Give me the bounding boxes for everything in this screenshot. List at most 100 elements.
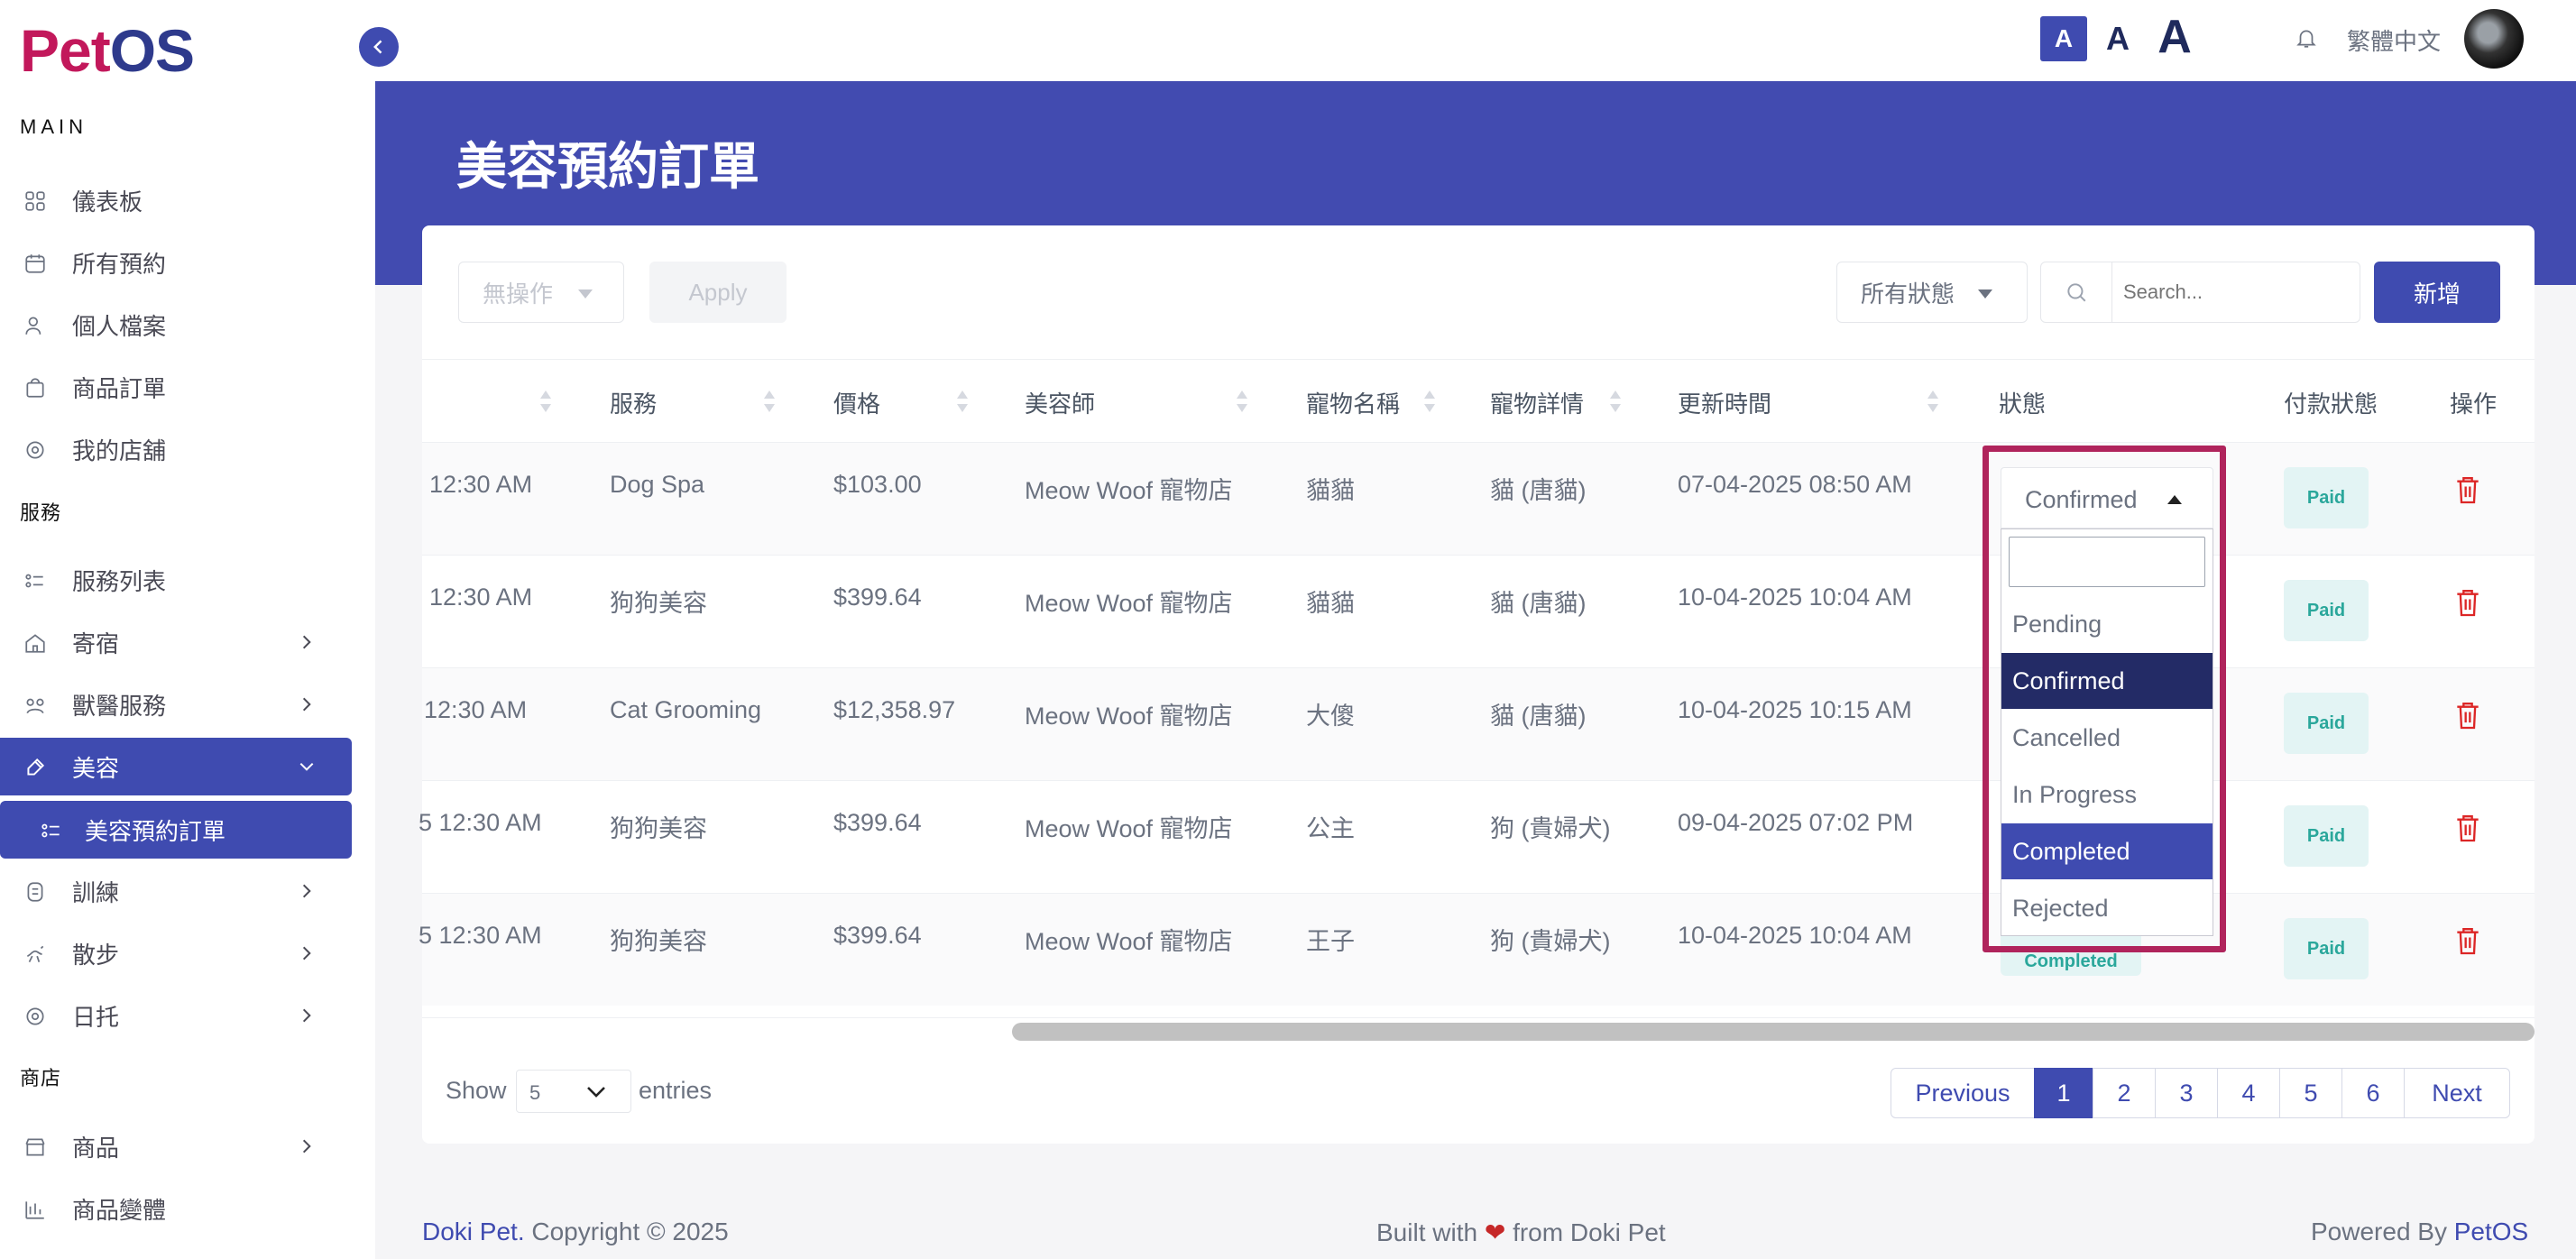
- sidebar-item-grooming-orders[interactable]: 美容預約訂單: [0, 801, 352, 859]
- sort-icon[interactable]: [956, 389, 969, 414]
- status-search-input[interactable]: [2009, 537, 2205, 587]
- status-option-pending[interactable]: Pending: [2001, 596, 2213, 652]
- bell-icon[interactable]: [2295, 25, 2318, 51]
- status-option-completed[interactable]: Completed: [2001, 823, 2213, 879]
- font-size-large-button[interactable]: A: [2152, 9, 2197, 65]
- sort-icon[interactable]: [1236, 389, 1248, 414]
- status-select[interactable]: Confirmed: [2001, 467, 2213, 528]
- column-header-pet-details[interactable]: 寵物詳情: [1490, 386, 1584, 419]
- payment-status-badge: Paid: [2284, 805, 2369, 867]
- sidebar-item-label: 商品變體: [72, 1196, 167, 1224]
- language-selector[interactable]: 繁體中文: [2347, 23, 2441, 57]
- status-filter-label: 所有狀態: [1861, 280, 1955, 308]
- font-size-medium-button[interactable]: A: [2100, 16, 2136, 61]
- sidebar: PetOS MAIN 儀表板 所有預約 個人檔案 商品訂單 我的店舖 服務 服務…: [0, 0, 375, 1259]
- sort-icon[interactable]: [763, 389, 776, 414]
- calendar-icon: [25, 254, 45, 273]
- collapse-sidebar-button[interactable]: [359, 27, 399, 67]
- sidebar-item-service-list[interactable]: 服務列表: [0, 551, 352, 609]
- chevron-right-icon: [302, 884, 311, 898]
- add-new-button[interactable]: 新增: [2374, 262, 2500, 323]
- cell-pet-details: 貓 (唐貓): [1490, 590, 1587, 617]
- trash-icon[interactable]: [2455, 813, 2480, 843]
- sidebar-item-products[interactable]: 商品: [0, 1117, 352, 1175]
- trash-icon[interactable]: [2455, 925, 2480, 956]
- font-size-small-button[interactable]: A: [2040, 16, 2087, 61]
- avatar[interactable]: [2464, 9, 2524, 69]
- search-input[interactable]: [2111, 262, 2360, 323]
- payment-status-badge: Paid: [2284, 918, 2369, 979]
- sidebar-item-profile[interactable]: 個人檔案: [0, 296, 352, 354]
- pagination-page-2[interactable]: 2: [2093, 1068, 2156, 1118]
- sidebar-item-my-store[interactable]: 我的店舖: [0, 420, 352, 478]
- cell-updated: 10-04-2025 10:15 AM: [1678, 696, 1912, 723]
- pagination-page-3[interactable]: 3: [2155, 1068, 2218, 1118]
- cell-time: 12:30 AM: [424, 696, 528, 723]
- sort-icon[interactable]: [1609, 389, 1622, 414]
- sidebar-item-product-variants[interactable]: 商品變體: [0, 1180, 352, 1237]
- pagination-page-6[interactable]: 6: [2341, 1068, 2405, 1118]
- trash-icon[interactable]: [2455, 474, 2480, 505]
- sidebar-item-label: 我的店舖: [72, 437, 167, 464]
- logo-suffix: OS: [109, 17, 195, 84]
- trash-icon[interactable]: [2455, 587, 2480, 618]
- powered-by-brand-link[interactable]: PetOS: [2454, 1218, 2528, 1245]
- status-option-rejected[interactable]: Rejected: [2001, 880, 2213, 936]
- sort-icon[interactable]: [539, 389, 552, 414]
- sidebar-item-boarding[interactable]: 寄宿: [0, 613, 352, 671]
- cell-pet-name: 王子: [1306, 928, 1355, 955]
- status-filter-select[interactable]: 所有狀態: [1836, 262, 2028, 323]
- cell-price: $12,358.97: [833, 696, 956, 723]
- status-option-in-progress[interactable]: In Progress: [2001, 767, 2213, 822]
- sidebar-item-training[interactable]: 訓練: [0, 862, 352, 920]
- sidebar-item-label: 個人檔案: [72, 312, 167, 340]
- cell-service: 狗狗美容: [610, 928, 707, 955]
- column-header-pet-name[interactable]: 寵物名稱: [1306, 386, 1400, 419]
- cell-updated: 07-04-2025 08:50 AM: [1678, 471, 1912, 498]
- pagination-next[interactable]: Next: [2404, 1068, 2510, 1118]
- sidebar-item-label: 獸醫服務: [72, 692, 167, 720]
- footer-brand-link[interactable]: Doki Pet.: [422, 1218, 525, 1245]
- training-icon: [27, 882, 43, 902]
- horizontal-scrollbar-thumb[interactable]: [1012, 1023, 2535, 1041]
- cell-time: 5 12:30 AM: [419, 809, 542, 836]
- petos-logo[interactable]: PetOS: [20, 16, 195, 85]
- sidebar-item-vet[interactable]: 獸醫服務: [0, 675, 352, 733]
- store-icon: [26, 441, 44, 459]
- top-header: [375, 0, 2576, 81]
- cell-pet-name: 大傻: [1306, 703, 1355, 730]
- apply-button[interactable]: Apply: [649, 262, 787, 323]
- column-header-groomer[interactable]: 美容師: [1025, 386, 1095, 419]
- column-header-service[interactable]: 服務: [610, 386, 657, 419]
- chevron-right-icon: [302, 1008, 311, 1023]
- show-label: Show: [446, 1077, 507, 1104]
- cell-price: $399.64: [833, 584, 922, 611]
- pagination-page-5[interactable]: 5: [2279, 1068, 2342, 1118]
- status-option-cancelled[interactable]: Cancelled: [2001, 710, 2213, 766]
- status-dropdown-list: Pending Confirmed Cancelled In Progress …: [2001, 528, 2213, 936]
- sidebar-item-all-bookings[interactable]: 所有預約: [0, 234, 352, 291]
- cell-price: $399.64: [833, 809, 922, 836]
- column-header-updated[interactable]: 更新時間: [1678, 386, 1771, 419]
- sidebar-item-grooming[interactable]: 美容: [0, 738, 352, 795]
- pagination-previous[interactable]: Previous: [1891, 1068, 2035, 1118]
- pagination-page-4[interactable]: 4: [2217, 1068, 2280, 1118]
- sidebar-item-walking[interactable]: 散步: [0, 924, 352, 982]
- pagination-page-1[interactable]: 1: [2034, 1068, 2093, 1118]
- sort-icon[interactable]: [1423, 389, 1436, 414]
- bulk-action-select[interactable]: 無操作: [458, 262, 624, 323]
- sidebar-item-product-orders[interactable]: 商品訂單: [0, 358, 352, 416]
- chevron-down-icon: [299, 762, 314, 771]
- sort-icon[interactable]: [1927, 389, 1939, 414]
- built-with-prefix: Built with: [1376, 1218, 1478, 1246]
- sidebar-item-daycare[interactable]: 日托: [0, 987, 352, 1044]
- list-icon: [41, 823, 60, 838]
- status-option-confirmed[interactable]: Confirmed: [2001, 653, 2213, 709]
- trash-icon[interactable]: [2455, 700, 2480, 731]
- sidebar-item-dashboard[interactable]: 儀表板: [0, 171, 352, 229]
- entries-per-page-select[interactable]: 5: [516, 1070, 631, 1113]
- cell-groomer: Meow Woof 寵物店: [1025, 590, 1233, 617]
- cell-service: 狗狗美容: [610, 815, 707, 842]
- column-header-price[interactable]: 價格: [833, 386, 880, 419]
- entries-per-page-value: 5: [529, 1081, 541, 1104]
